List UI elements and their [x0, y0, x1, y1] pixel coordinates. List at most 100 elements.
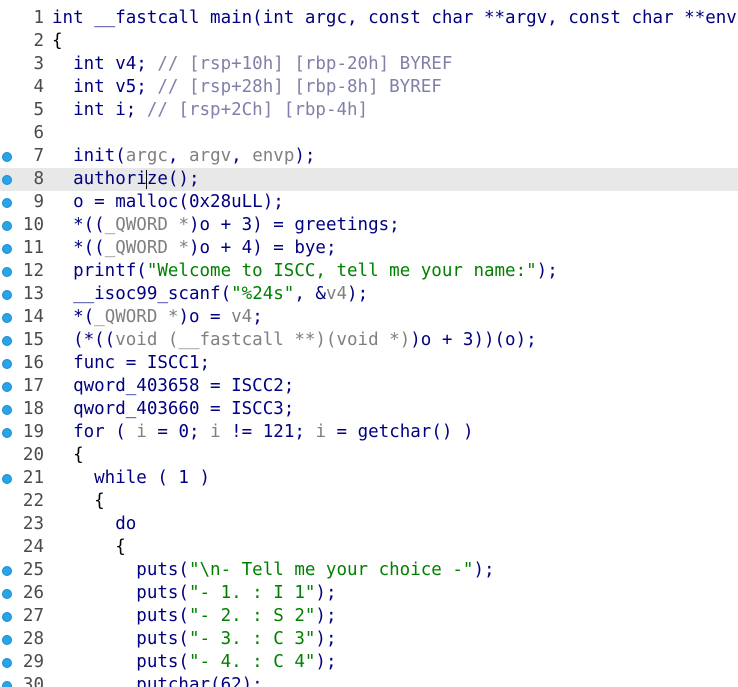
code-line[interactable]: 28 puts("- 3. : C 3");	[0, 628, 738, 651]
line-number: 28	[22, 629, 44, 649]
breakpoint-dot-icon[interactable]	[2, 474, 12, 484]
code-line[interactable]: 29 puts("- 4. : C 4");	[0, 651, 738, 674]
line-number: 18	[22, 399, 44, 419]
code-line[interactable]: 18 qword_403660 = ISCC3;	[0, 398, 738, 421]
code-token: __isoc99_scanf(	[52, 284, 232, 304]
code-line[interactable]: 6	[0, 122, 738, 145]
code-token: do	[52, 514, 137, 534]
line-number: 5	[33, 100, 44, 120]
code-token: {	[52, 491, 105, 511]
line-number: 11	[22, 238, 44, 258]
code-line[interactable]: 25 puts("\n- Tell me your choice -");	[0, 559, 738, 582]
code-token: );	[473, 560, 495, 580]
code-token: ;	[252, 307, 263, 327]
code-text: int v4; // [rsp+10h] [rbp-20h] BYREF	[52, 53, 452, 76]
breakpoint-dot-icon[interactable]	[2, 382, 12, 392]
breakpoint-dot-icon[interactable]	[2, 359, 12, 369]
breakpoint-dot-icon[interactable]	[2, 635, 12, 645]
code-line[interactable]: 20 {	[0, 444, 738, 467]
code-text: init(argc, argv, envp);	[52, 145, 315, 168]
code-line[interactable]: 9 o = malloc(0x28uLL);	[0, 191, 738, 214]
code-line[interactable]: 19 for ( i = 0; i != 121; i = getchar() …	[0, 421, 738, 444]
code-token: "%24s"	[231, 284, 295, 304]
code-token: // [rsp+10h] [rbp-20h] BYREF	[157, 54, 453, 74]
line-number: 25	[22, 560, 44, 580]
code-token: )o + 4) = bye;	[188, 238, 337, 258]
breakpoint-dot-icon[interactable]	[2, 313, 12, 323]
code-token: *((	[52, 215, 105, 235]
breakpoint-dot-icon[interactable]	[2, 221, 12, 231]
code-token: // [rsp+2Ch] [rbp-4h]	[146, 100, 369, 120]
code-text: (*((void (__fastcall **)(void *))o + 3))…	[52, 329, 537, 352]
breakpoint-dot-icon[interactable]	[2, 612, 12, 622]
code-token: v4	[231, 307, 253, 327]
breakpoint-dot-icon[interactable]	[2, 175, 12, 185]
code-token: puts(	[52, 606, 189, 626]
breakpoint-dot-icon[interactable]	[2, 405, 12, 415]
code-line[interactable]: 13 __isoc99_scanf("%24s", &v4);	[0, 283, 738, 306]
line-number: 30	[22, 675, 44, 687]
code-line[interactable]: 26 puts("- 1. : I 1");	[0, 582, 738, 605]
code-token: while ( 1 )	[52, 468, 211, 488]
line-number: 20	[22, 445, 44, 465]
code-line[interactable]: 22 {	[0, 490, 738, 513]
code-line[interactable]: 27 puts("- 2. : S 2");	[0, 605, 738, 628]
code-line[interactable]: 5 int i; // [rsp+2Ch] [rbp-4h]	[0, 99, 738, 122]
breakpoint-dot-icon[interactable]	[2, 658, 12, 668]
code-token: _QWORD *	[104, 215, 189, 235]
line-number: 15	[22, 330, 44, 350]
code-line[interactable]: 12 printf("Welcome to ISCC, tell me your…	[0, 260, 738, 283]
code-line[interactable]: 23 do	[0, 513, 738, 536]
code-line[interactable]: 16 func = ISCC1;	[0, 352, 738, 375]
code-token: puts(	[52, 652, 189, 672]
line-number: 4	[33, 77, 44, 97]
breakpoint-dot-icon[interactable]	[2, 267, 12, 277]
breakpoint-dot-icon[interactable]	[2, 566, 12, 576]
breakpoint-dot-icon[interactable]	[2, 290, 12, 300]
code-line[interactable]: 21 while ( 1 )	[0, 467, 738, 490]
line-number: 19	[22, 422, 44, 442]
breakpoint-dot-icon[interactable]	[2, 589, 12, 599]
code-token: init(	[52, 146, 126, 166]
code-text: int v5; // [rsp+28h] [rbp-8h] BYREF	[52, 76, 442, 99]
code-token: );	[536, 261, 558, 281]
code-token: putchar(62);	[52, 675, 263, 687]
breakpoint-dot-icon[interactable]	[2, 198, 12, 208]
code-text: puts("\n- Tell me your choice -");	[52, 559, 495, 582]
breakpoint-dot-icon[interactable]	[2, 152, 12, 162]
breakpoint-dot-icon[interactable]	[2, 428, 12, 438]
code-line[interactable]: 30 putchar(62);	[0, 674, 738, 687]
code-line[interactable]: 14 *(_QWORD *)o = v4;	[0, 306, 738, 329]
line-number: 17	[22, 376, 44, 396]
line-number: 24	[22, 537, 44, 557]
pseudocode-editor[interactable]: 1 int __fastcall main(int argc, const cha…	[0, 0, 738, 687]
code-text: {	[52, 444, 84, 467]
breakpoint-dot-icon[interactable]	[2, 336, 12, 346]
line-number: 27	[22, 606, 44, 626]
code-token: "- 3. : C 3"	[188, 629, 316, 649]
code-token: ,	[231, 146, 253, 166]
code-line[interactable]: 7 init(argc, argv, envp);	[0, 145, 738, 168]
code-text: printf("Welcome to ISCC, tell me your na…	[52, 260, 558, 283]
code-line[interactable]: 17 qword_403658 = ISCC2;	[0, 375, 738, 398]
code-text: puts("- 2. : S 2");	[52, 605, 336, 628]
code-line[interactable]: 2{	[0, 30, 738, 53]
code-token: func = ISCC1;	[52, 353, 211, 373]
code-token: "Welcome to ISCC, tell me your name:"	[146, 261, 537, 281]
code-line[interactable]: 8 authorize();	[0, 168, 738, 191]
code-line[interactable]: 4 int v5; // [rsp+28h] [rbp-8h] BYREF	[0, 76, 738, 99]
code-line[interactable]: 3 int v4; // [rsp+10h] [rbp-20h] BYREF	[0, 53, 738, 76]
code-line[interactable]: 10 *((_QWORD *)o + 3) = greetings;	[0, 214, 738, 237]
breakpoint-dot-icon[interactable]	[2, 244, 12, 254]
code-line[interactable]: 24 {	[0, 536, 738, 559]
code-text: qword_403660 = ISCC3;	[52, 398, 294, 421]
code-line[interactable]: 1 int __fastcall main(int argc, const cha…	[0, 7, 738, 30]
code-token: "\n- Tell me your choice -"	[188, 560, 474, 580]
line-number: 8	[33, 169, 44, 189]
breakpoint-dot-icon[interactable]	[2, 681, 12, 687]
code-line[interactable]: 11 *((_QWORD *)o + 4) = bye;	[0, 237, 738, 260]
code-token: int __fastcall main(int argc, const char…	[52, 8, 738, 28]
code-token: _QWORD *	[94, 307, 179, 327]
code-text: *((_QWORD *)o + 4) = bye;	[52, 237, 337, 260]
code-line[interactable]: 15 (*((void (__fastcall **)(void *))o + …	[0, 329, 738, 352]
